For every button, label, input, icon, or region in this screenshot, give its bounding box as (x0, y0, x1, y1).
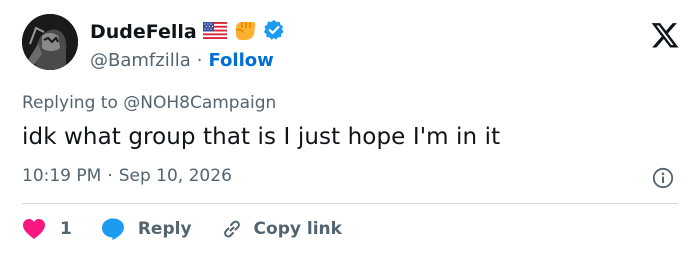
fist-bump-icon (233, 19, 257, 45)
copy-link-label: Copy link (253, 219, 342, 239)
avatar-image (22, 14, 78, 70)
author-name-row: DudeFella (90, 18, 285, 46)
replying-to-line: Replying to @NOH8Campaign (22, 93, 276, 113)
separator-dot: · (196, 49, 203, 71)
action-bar: 1 Reply Copy link (22, 214, 342, 244)
heart-icon (23, 219, 45, 239)
divider (22, 203, 678, 204)
handle-row: @Bamfzilla · Follow (90, 48, 274, 72)
timestamp-dot: · (107, 166, 113, 186)
replying-prefix: Replying to (22, 93, 118, 113)
reply-button[interactable]: Reply (100, 217, 192, 241)
replying-mention[interactable]: @NOH8Campaign (123, 93, 276, 113)
handle[interactable]: @Bamfzilla (90, 50, 191, 71)
tweet-time: 10:19 PM (22, 166, 102, 186)
x-logo-icon[interactable] (650, 20, 680, 50)
display-name[interactable]: DudeFella (90, 21, 197, 43)
like-count: 1 (60, 219, 72, 239)
tweet-text: idk what group that is I just hope I'm i… (22, 124, 501, 150)
info-icon[interactable] (652, 167, 674, 189)
link-icon (223, 220, 240, 238)
avatar[interactable] (22, 14, 78, 70)
verified-badge-icon[interactable] (263, 19, 285, 45)
tweet-timestamp[interactable]: 10:19 PM · Sep 10, 2026 (22, 166, 232, 186)
copy-link-button[interactable]: Copy link (220, 217, 342, 241)
reply-label: Reply (137, 219, 192, 239)
tweet-date: Sep 10, 2026 (118, 166, 232, 186)
follow-link[interactable]: Follow (208, 50, 273, 71)
us-flag-icon (202, 21, 227, 43)
reply-bubble-icon (101, 218, 124, 240)
like-button[interactable]: 1 (22, 218, 72, 240)
